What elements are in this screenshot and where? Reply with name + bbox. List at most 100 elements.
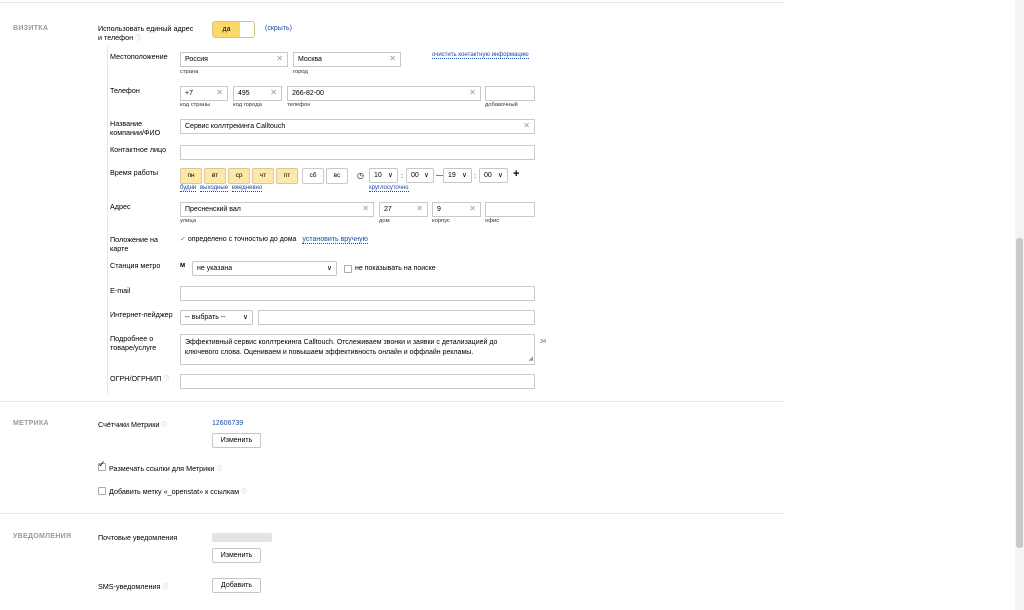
pager-label: Интернет-пейджер [110,310,173,319]
country-input[interactable]: Россия ✕ [180,52,288,67]
chevron-down-icon: ∨ [326,265,332,272]
help-icon[interactable]: ⓘ [216,467,222,473]
clear-icon[interactable]: ✕ [469,205,476,213]
office-input[interactable] [485,202,535,217]
check-icon: ✓ [180,236,186,243]
hours-label: Время работы [110,168,159,177]
chevron-down-icon: ∨ [242,314,248,321]
help-icon[interactable]: ⓘ [241,490,247,496]
openstat-label: Добавить метку «_openstat» к ссылкам ⓘ [109,487,248,496]
street-caption: улица [180,218,196,224]
preset-weekend[interactable]: выходные [199,185,229,192]
day-toggle-вт[interactable]: вт [204,168,226,184]
house-caption: дом [379,218,390,224]
resize-handle-icon[interactable]: ◢ [528,354,533,364]
city-code-input[interactable]: 495 ✕ [233,86,282,101]
country-code-input[interactable]: +7 ✕ [180,86,228,101]
day-toggle-сб[interactable]: сб [302,168,324,184]
pager-select[interactable]: -- выбрать -- ∨ [180,310,253,325]
clear-icon[interactable]: ✕ [276,55,283,63]
phone-label: Телефон [110,86,140,95]
phone-input[interactable]: 266-82-00 ✕ [287,86,481,101]
city-caption: город [293,69,308,75]
section-title-vizitka: ВИЗИТКА [13,25,49,32]
single-address-toggle[interactable]: да [212,21,255,38]
ogrn-label: ОГРН/ОГРНИП ⓘ [110,374,170,383]
change-email-button[interactable]: Изменить [212,548,261,563]
email-input[interactable] [180,286,535,301]
help-icon[interactable]: ⓘ [161,423,167,429]
clear-icon[interactable]: ✕ [362,205,369,213]
details-counter: 34 [540,339,547,345]
map-status: ✓ определено с точностью до дома установ… [180,236,368,244]
ogrn-input[interactable] [180,374,535,389]
divider-notifications [0,513,784,514]
details-textarea[interactable]: Эффективный сервис коллтрекинга Calltouc… [180,334,535,365]
map-label: Положение на карте [110,235,158,253]
clear-icon[interactable]: ✕ [270,89,277,97]
to-min-select[interactable]: 00 ∨ [479,168,508,183]
openstat-checkbox[interactable] [98,487,106,495]
scrollbar-thumb[interactable] [1016,238,1023,548]
house-input[interactable]: 27 ✕ [379,202,428,217]
add-sms-button[interactable]: Добавить [212,578,261,593]
day-toggle-вс[interactable]: вс [326,168,348,184]
preset-weekdays[interactable]: будни [180,185,197,192]
to-hour-select[interactable]: 19 ∨ [443,168,472,183]
office-caption: офис [485,218,500,224]
round-clock-link[interactable]: круглосуточно [369,185,409,192]
email-notifications-label: Почтовые уведомления [98,533,178,542]
hide-link[interactable]: (скрыть) [265,25,292,32]
clear-icon[interactable]: ✕ [469,89,476,97]
chevron-down-icon: ∨ [497,172,503,179]
blurred-email [212,533,272,542]
help-icon[interactable]: ⓘ [135,36,141,42]
help-icon[interactable]: ⓘ [163,377,169,383]
day-presets: будни выходные ежедневно [180,185,263,192]
time-colon: : [401,171,404,180]
clear-contact-link[interactable]: очистить контактную информацию [432,52,529,59]
map-set-link[interactable]: установить вручную [302,236,368,244]
street-input[interactable]: Пресненский вал ✕ [180,202,374,217]
section-title-notifications: УВЕДОМЛЕНИЯ [13,533,72,540]
metro-hide-checkbox[interactable] [344,265,352,273]
city-code-caption: код города [233,102,262,108]
building-input[interactable]: 9 ✕ [432,202,481,217]
inner-block-border [107,45,108,395]
phone-caption: телефон [287,102,311,108]
chevron-down-icon: ∨ [461,172,467,179]
ext-caption: добавочный [485,102,518,108]
contact-input[interactable] [180,145,535,160]
day-toggle-пн[interactable]: пн [180,168,202,184]
help-icon[interactable]: ⓘ [162,585,168,591]
clear-icon[interactable]: ✕ [216,89,223,97]
clear-icon[interactable]: ✕ [523,122,530,130]
city-input[interactable]: Москва ✕ [293,52,401,67]
section-title-metrika: МЕТРИКА [13,420,49,427]
single-address-label: Использовать единый адрес и телефон ⓘ [98,24,194,42]
clear-icon[interactable]: ✕ [416,205,423,213]
contact-label: Контактное лицо [110,145,167,154]
day-toggle-чт[interactable]: чт [252,168,274,184]
pager-input[interactable] [258,310,535,325]
change-counter-button[interactable]: Изменить [212,433,261,448]
counters-label: Счётчики Метрики ⓘ [98,420,168,429]
from-min-select[interactable]: 00 ∨ [406,168,434,183]
from-hour-select[interactable]: 10 ∨ [369,168,398,183]
building-caption: корпус [432,218,450,224]
add-hours-button[interactable]: + [513,168,519,180]
day-toggle-пт[interactable]: пт [276,168,298,184]
preset-daily[interactable]: ежедневно [231,185,263,192]
details-label: Подробнее о товаре/услуге [110,334,157,352]
clock-icon: ◷ [357,171,364,180]
sms-notifications-label: SMS-уведомления ⓘ [98,582,169,591]
ext-input[interactable] [485,86,535,101]
metro-select[interactable]: не указана ∨ [192,261,337,276]
metro-icon: м [180,262,186,269]
country-caption: страна [180,69,199,75]
metro-hide-label: не показывать на поиске [355,265,436,272]
company-input[interactable]: Сервис коллтрекинга Calltouch ✕ [180,119,535,134]
counter-id-link[interactable]: 12606739 [212,420,243,427]
day-toggle-ср[interactable]: ср [228,168,250,184]
clear-icon[interactable]: ✕ [389,55,396,63]
